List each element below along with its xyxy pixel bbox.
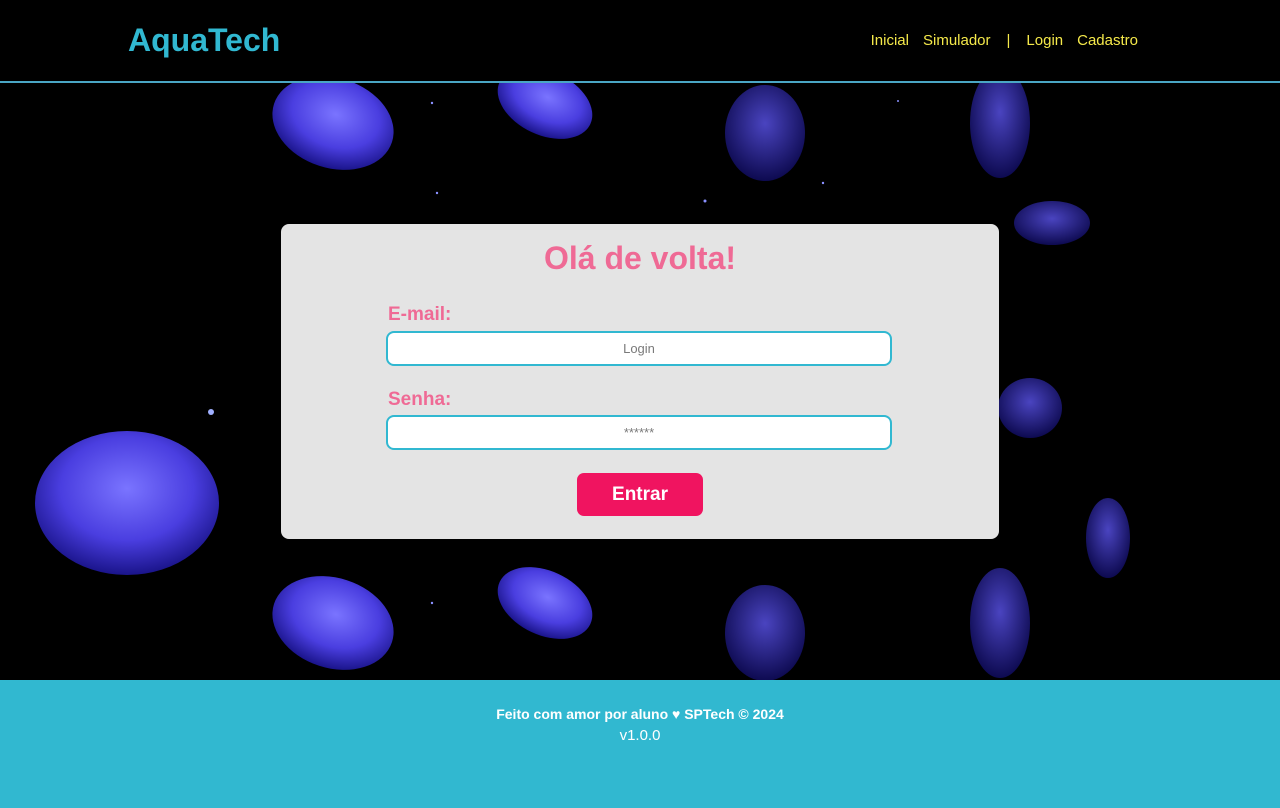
site-footer: Feito com amor por aluno ♥ SPTech © 2024… <box>0 680 1280 808</box>
hero-background: Olá de volta! E-mail: Senha: Entrar <box>0 83 1280 680</box>
nav-link-simulador[interactable]: Simulador <box>923 32 991 49</box>
footer-version: v1.0.0 <box>619 727 661 744</box>
login-card: Olá de volta! E-mail: Senha: Entrar <box>281 224 999 539</box>
login-title: Olá de volta! <box>543 240 737 276</box>
nav-separator: | <box>1006 32 1011 49</box>
jellyfish-group-bottom <box>0 567 1280 680</box>
nav-link-cadastro[interactable]: Cadastro <box>1077 32 1138 49</box>
email-input[interactable] <box>386 331 892 366</box>
jellyfish-group-top <box>272 83 1090 245</box>
email-label: E-mail: <box>388 304 452 325</box>
site-logo[interactable]: AquaTech <box>128 22 280 59</box>
site-header: AquaTech Inicial Simulador | Login Cadas… <box>0 0 1280 83</box>
jellyfish-group-right <box>998 378 1130 578</box>
password-label: Senha: <box>388 389 452 410</box>
nav-link-login[interactable]: Login <box>1026 32 1063 49</box>
jellyfish-large-left <box>35 409 219 575</box>
main-nav: Inicial Simulador | Login Cadastro <box>871 32 1138 49</box>
password-input[interactable] <box>386 415 892 450</box>
enter-button[interactable]: Entrar <box>577 473 703 516</box>
footer-credit: Feito com amor por aluno ♥ SPTech © 2024 <box>496 706 784 722</box>
nav-link-inicial[interactable]: Inicial <box>871 32 909 49</box>
